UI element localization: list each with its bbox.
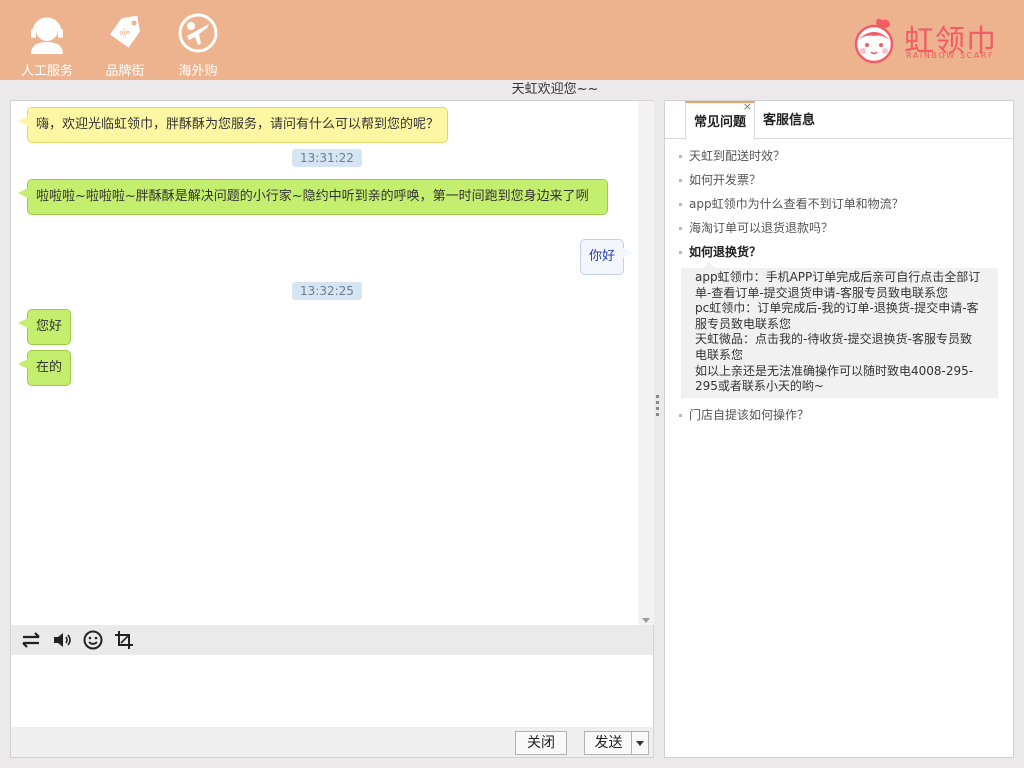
faq-answer-line: 单-查看订单-提交退货申请-客服专员致电联系您 <box>695 285 948 300</box>
emoji-icon[interactable] <box>82 629 104 651</box>
transfer-icon[interactable] <box>20 629 42 651</box>
faq-question: 海淘订单可以退货退款吗？ <box>689 221 834 235</box>
chat-message-text: 您好 <box>36 319 63 334</box>
panel-splitter[interactable] <box>655 395 661 421</box>
faq-question: 如何开发票？ <box>689 173 762 187</box>
side-panel: 常见问题 × 客服信息 天虹到配送时效？ 如何开发票？ app虹领巾为什么查看不… <box>664 100 1014 758</box>
scroll-down-arrow-icon[interactable] <box>642 618 650 623</box>
message-timestamp: 13:31:22 <box>292 149 362 167</box>
nav-customer-service[interactable]: 人工服务 <box>15 12 79 79</box>
nav-overseas-label: 海外购 <box>178 64 218 79</box>
message-input[interactable] <box>11 655 653 727</box>
nav-service-label: 人工服务 <box>20 64 73 79</box>
rainbow-scarf-logo: 虹领巾 RAINBOW SCARF <box>852 18 1000 64</box>
send-options-dropdown[interactable] <box>631 731 649 755</box>
user-message: 你好 <box>580 239 634 275</box>
send-button[interactable]: 发送 <box>584 731 632 755</box>
nav-brand-label: 品牌街 <box>105 64 145 79</box>
top-bar: 人工服务 % 品牌街 海外购 虹领巾 RAINBOW SCARF <box>0 0 1024 80</box>
nav-overseas-shopping[interactable]: 海外购 <box>166 12 230 79</box>
customer-service-icon <box>31 17 63 54</box>
tab-faq-label: 常见问题 <box>693 115 746 130</box>
faq-answer-line: pc虹领巾：订单完成后-我的订单-退换货-提交申请-客 <box>695 301 979 316</box>
chat-message-text: 在的 <box>36 360 63 375</box>
tab-service-info-label: 客服信息 <box>762 113 815 128</box>
nav-brand-street[interactable]: % 品牌街 <box>93 12 157 79</box>
chat-toolbar <box>11 625 653 655</box>
faq-item[interactable]: 门店自提该如何操作？ <box>679 406 809 423</box>
airplane-globe-icon <box>178 13 218 53</box>
faq-item[interactable]: app虹领巾为什么查看不到订单和物流？ <box>679 195 904 212</box>
faq-item[interactable]: 天虹到配送时效？ <box>679 147 785 164</box>
tab-faq[interactable]: 常见问题 × <box>685 101 755 140</box>
faq-answer-line: 电联系您 <box>695 347 744 362</box>
tab-service-info[interactable]: 客服信息 <box>757 101 821 139</box>
volume-icon[interactable] <box>51 629 73 651</box>
crop-icon[interactable] <box>113 629 135 651</box>
close-button[interactable]: 关闭 <box>515 731 567 755</box>
chat-actions: 关闭 发送 <box>11 727 653 757</box>
message-timestamp: 13:32:25 <box>292 282 362 300</box>
faq-answer-line: app虹领巾：手机APP订单完成后亲可自行点击全部订 <box>695 270 981 284</box>
faq-answer-line: 如以上亲还是无法准确操作可以随时致电4008-295- <box>695 363 974 378</box>
chat-message: 啦啦啦~啦啦啦~胖酥酥是解决问题的小行家~隐约中听到亲的呼唤，第一时间跑到您身边… <box>18 179 608 215</box>
faq-question: 门店自提该如何操作？ <box>689 408 810 422</box>
chat-message: 您好 <box>18 309 72 345</box>
faq-item-expanded[interactable]: 如何退换货？ <box>679 243 761 260</box>
faq-question: 如何退换货？ <box>689 245 762 259</box>
chat-message-text: 你好 <box>589 249 616 264</box>
chat-message: 在的 <box>18 350 72 386</box>
chat-message: 嗨，欢迎光临虹领巾，胖酥酥为您服务，请问有什么可以帮到您的呢？ <box>18 107 449 143</box>
chat-panel: 嗨，欢迎光临虹领巾，胖酥酥为您服务，请问有什么可以帮到您的呢？ 13:31:22… <box>10 100 654 758</box>
welcome-title: 天虹欢迎您~~ <box>511 82 599 97</box>
faq-answer-line: 服专员致电联系您 <box>695 316 792 331</box>
faq-question: 天虹到配送时效？ <box>689 149 786 163</box>
girl-face-logo-icon <box>854 18 894 64</box>
faq-answer: app虹领巾：手机APP订单完成后亲可自行点击全部订 单-查看订单-提交退货申请… <box>681 262 998 398</box>
faq-question: app虹领巾为什么查看不到订单和物流？ <box>689 197 904 211</box>
faq-item[interactable]: 海淘订单可以退货退款吗？ <box>679 219 833 236</box>
chat-scrollbar[interactable] <box>638 101 654 625</box>
faq-answer-line: 295或者联系小天的哟~ <box>695 379 824 394</box>
side-tabs: 常见问题 × 客服信息 <box>665 101 1013 140</box>
price-tag-icon: % <box>110 15 140 48</box>
faq-item[interactable]: 如何开发票？ <box>679 171 761 188</box>
chat-message-text: 啦啦啦~啦啦啦~胖酥酥是解决问题的小行家~隐约中听到亲的呼唤，第一时间跑到您身边… <box>36 189 589 204</box>
chat-message-text: 嗨，欢迎光临虹领巾，胖酥酥为您服务，请问有什么可以帮到您的呢？ <box>36 117 440 132</box>
chevron-down-icon <box>636 740 644 746</box>
faq-answer-line: 天虹微品：点击我的-待收货-提交退换货-客服专员致 <box>695 332 972 347</box>
chat-messages: 嗨，欢迎光临虹领巾，胖酥酥为您服务，请问有什么可以帮到您的呢？ 13:31:22… <box>11 101 638 625</box>
close-icon[interactable]: × <box>743 101 752 113</box>
logo-subtext: RAINBOW SCARF <box>906 51 995 60</box>
